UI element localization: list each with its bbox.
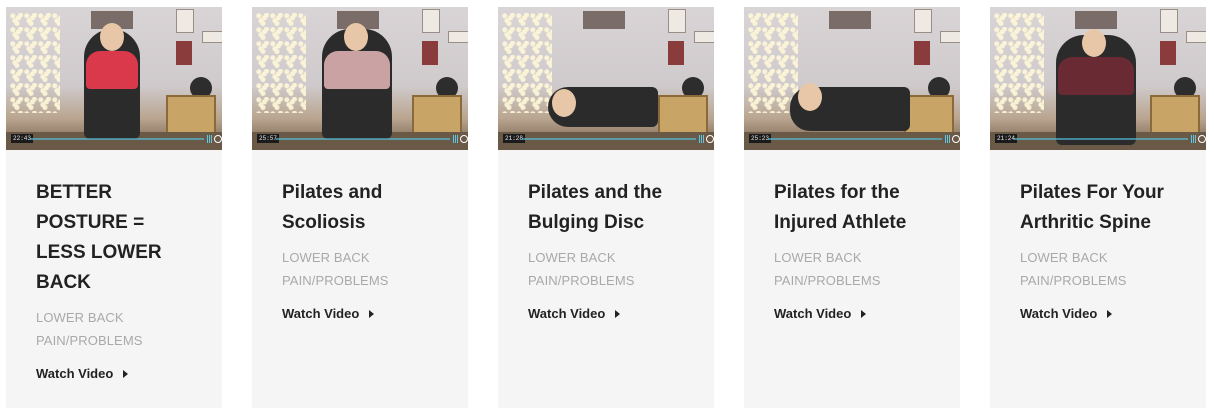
- settings-icon[interactable]: [214, 135, 222, 143]
- wall-sign: [1075, 11, 1117, 29]
- instructor-head: [1082, 29, 1106, 57]
- instructor-head: [798, 83, 822, 111]
- volume-icon[interactable]: [944, 135, 952, 143]
- video-progress-track[interactable]: [768, 138, 942, 140]
- lighted-tree-decor: [994, 13, 1044, 113]
- instructor-top: [1058, 57, 1134, 95]
- volume-icon[interactable]: [206, 135, 214, 143]
- watch-video-link[interactable]: Watch Video: [774, 306, 867, 321]
- video-progress-track[interactable]: [30, 138, 204, 140]
- lighted-tree-decor: [502, 13, 552, 113]
- watch-video-label: Watch Video: [282, 306, 360, 321]
- wall-poster: [202, 31, 222, 43]
- settings-icon[interactable]: [460, 135, 468, 143]
- watch-video-label: Watch Video: [774, 306, 852, 321]
- wall-sign: [829, 11, 871, 29]
- wall-poster: [940, 31, 960, 43]
- video-category[interactable]: LOWER BACK PAIN/PROBLEMS: [774, 246, 930, 292]
- wall-poster: [422, 9, 440, 33]
- instructor-figure: [322, 23, 392, 139]
- play-arrow-icon: [861, 309, 867, 318]
- wall-poster: [1160, 9, 1178, 33]
- video-player-controls: 21:24: [990, 134, 1206, 144]
- instructor-figure: [790, 83, 910, 131]
- wall-poster: [176, 41, 192, 65]
- instructor-top: [324, 51, 390, 89]
- video-thumbnail[interactable]: 25:23: [744, 7, 960, 150]
- wall-poster: [694, 31, 714, 43]
- instructor-head: [100, 23, 124, 51]
- instructor-head: [344, 23, 368, 51]
- video-thumbnail[interactable]: 22:43: [6, 7, 222, 150]
- video-category[interactable]: LOWER BACK PAIN/PROBLEMS: [528, 246, 684, 292]
- instructor-top: [86, 51, 138, 89]
- instructor-figure: [84, 23, 140, 139]
- video-card-2: 25:57 Pilates and Scoliosis LOWER BACK P…: [252, 7, 468, 408]
- video-card-4: 25:23 Pilates for the Injured Athlete LO…: [744, 7, 960, 408]
- video-player-controls: 25:57: [252, 134, 468, 144]
- watch-video-link[interactable]: Watch Video: [528, 306, 621, 321]
- lighted-tree-decor: [748, 13, 798, 113]
- settings-icon[interactable]: [706, 135, 714, 143]
- video-title[interactable]: Pilates and the Bulging Disc: [528, 178, 684, 238]
- video-player-controls: 21:28: [498, 134, 714, 144]
- video-thumbnail[interactable]: 21:24: [990, 7, 1206, 150]
- volume-icon[interactable]: [698, 135, 706, 143]
- instructor-figure: [548, 87, 658, 127]
- volume-icon[interactable]: [452, 135, 460, 143]
- video-thumbnail[interactable]: 25:57: [252, 7, 468, 150]
- video-title[interactable]: Pilates for the Injured Athlete: [774, 178, 930, 238]
- wall-poster: [1160, 41, 1176, 65]
- card-content: Pilates and Scoliosis LOWER BACK PAIN/PR…: [252, 150, 468, 323]
- video-card-5: 21:24 Pilates For Your Arthritic Spine L…: [990, 7, 1206, 408]
- wall-poster: [422, 41, 438, 65]
- play-arrow-icon: [1107, 309, 1113, 318]
- settings-icon[interactable]: [1198, 135, 1206, 143]
- wall-sign: [583, 11, 625, 29]
- watch-video-link[interactable]: Watch Video: [282, 306, 375, 321]
- video-category[interactable]: LOWER BACK PAIN/PROBLEMS: [1020, 246, 1176, 292]
- video-grid: 22:43 BETTER POSTURE = LESS LOWER BACK L…: [0, 0, 1214, 414]
- wall-poster: [668, 41, 684, 65]
- card-content: Pilates For Your Arthritic Spine LOWER B…: [990, 150, 1206, 323]
- play-arrow-icon: [369, 309, 375, 318]
- card-content: Pilates for the Injured Athlete LOWER BA…: [744, 150, 960, 323]
- video-progress-track[interactable]: [276, 138, 450, 140]
- watch-video-label: Watch Video: [1020, 306, 1098, 321]
- wall-poster: [448, 31, 468, 43]
- watch-video-link[interactable]: Watch Video: [36, 366, 129, 381]
- instructor-top: [568, 87, 628, 117]
- video-category[interactable]: LOWER BACK PAIN/PROBLEMS: [36, 306, 192, 352]
- video-progress-track[interactable]: [522, 138, 696, 140]
- settings-icon[interactable]: [952, 135, 960, 143]
- video-progress-track[interactable]: [1014, 138, 1188, 140]
- video-title[interactable]: Pilates For Your Arthritic Spine: [1020, 178, 1176, 238]
- play-arrow-icon: [615, 309, 621, 318]
- volume-icon[interactable]: [1190, 135, 1198, 143]
- video-thumbnail[interactable]: 21:28: [498, 7, 714, 150]
- wall-poster: [1186, 31, 1206, 43]
- video-player-controls: 22:43: [6, 134, 222, 144]
- instructor-head: [552, 89, 576, 117]
- wall-poster: [914, 9, 932, 33]
- wall-poster: [668, 9, 686, 33]
- video-player-controls: 25:23: [744, 134, 960, 144]
- lighted-tree-decor: [256, 13, 306, 113]
- watch-video-label: Watch Video: [36, 366, 114, 381]
- play-arrow-icon: [123, 369, 129, 378]
- card-content: BETTER POSTURE = LESS LOWER BACK LOWER B…: [6, 150, 222, 383]
- video-title[interactable]: Pilates and Scoliosis: [282, 178, 438, 238]
- watch-video-label: Watch Video: [528, 306, 606, 321]
- video-title[interactable]: BETTER POSTURE = LESS LOWER BACK: [36, 178, 192, 298]
- instructor-figure: [1056, 29, 1136, 145]
- video-card-3: 21:28 Pilates and the Bulging Disc LOWER…: [498, 7, 714, 408]
- card-content: Pilates and the Bulging Disc LOWER BACK …: [498, 150, 714, 323]
- wall-poster: [176, 9, 194, 33]
- video-category[interactable]: LOWER BACK PAIN/PROBLEMS: [282, 246, 438, 292]
- lighted-tree-decor: [10, 13, 60, 113]
- wall-poster: [914, 41, 930, 65]
- video-card-1: 22:43 BETTER POSTURE = LESS LOWER BACK L…: [6, 7, 222, 408]
- watch-video-link[interactable]: Watch Video: [1020, 306, 1113, 321]
